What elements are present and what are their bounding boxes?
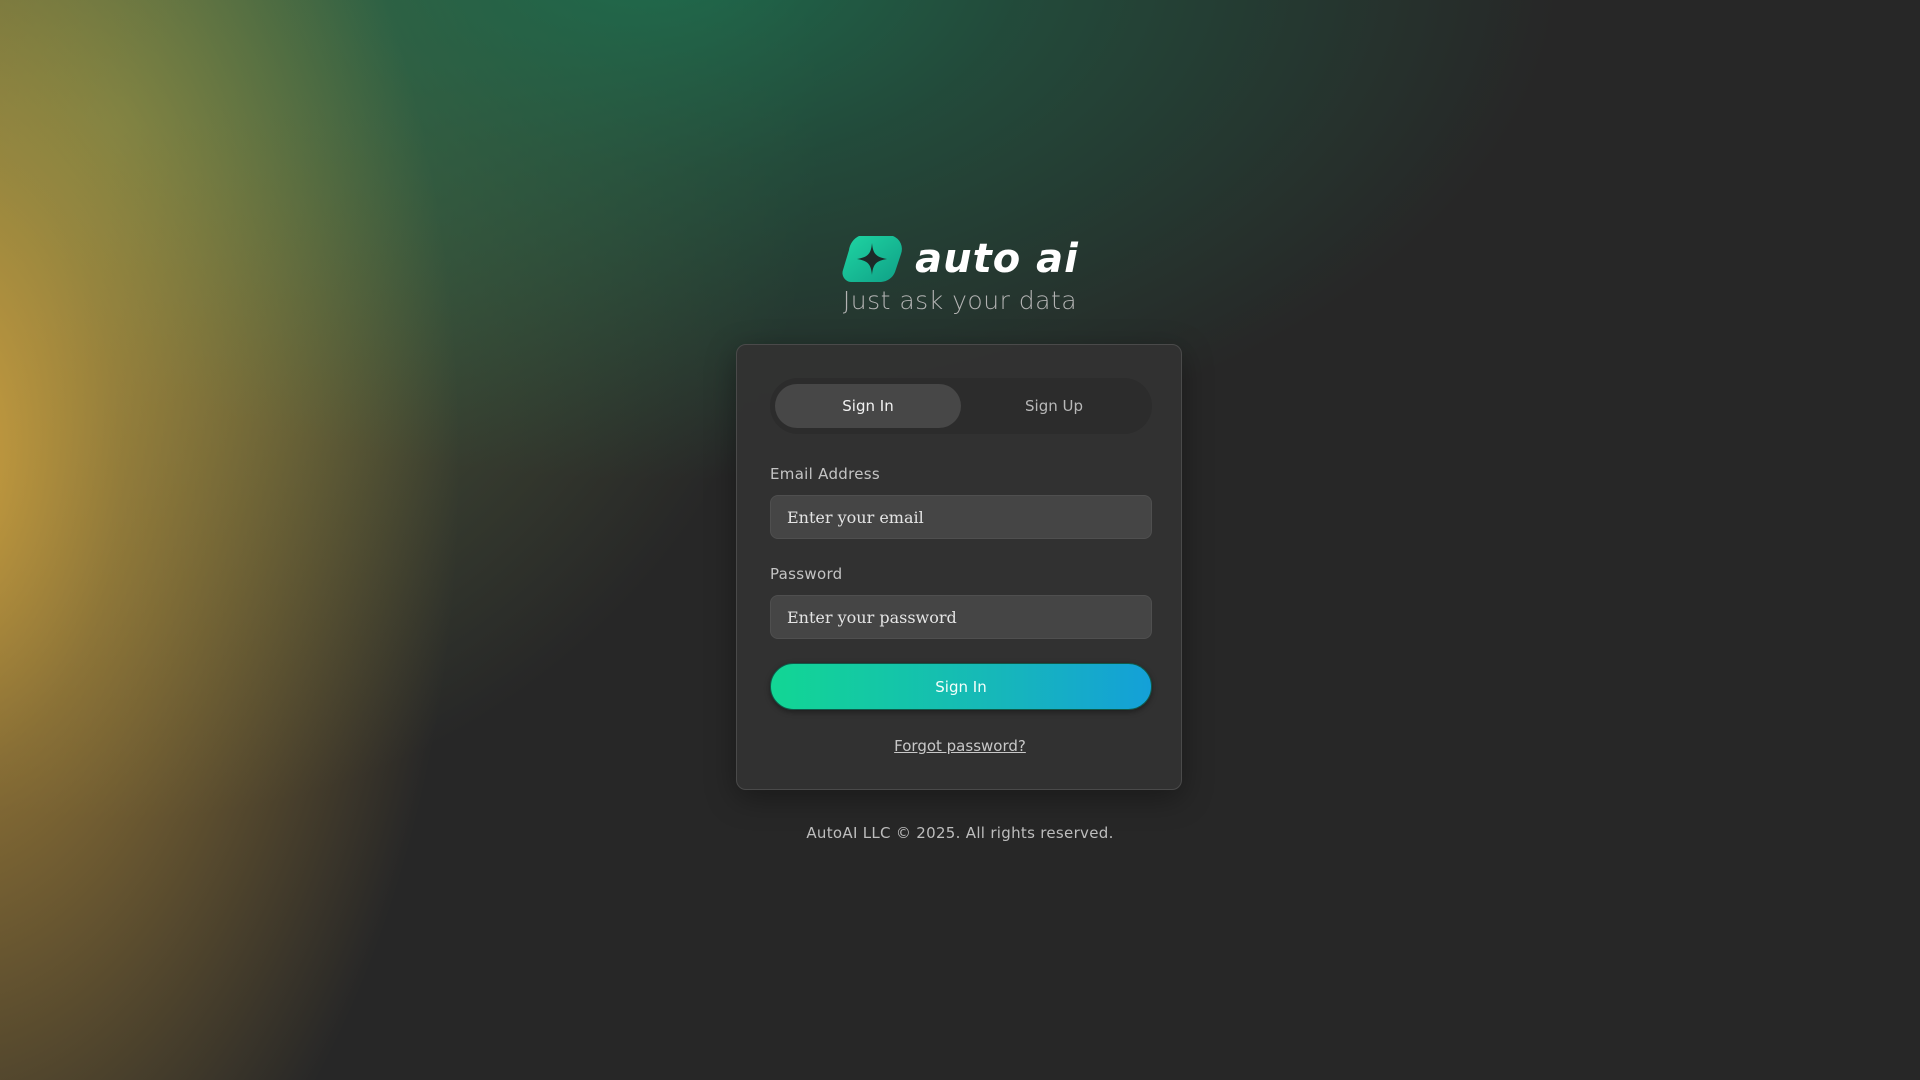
tagline: Just ask your data bbox=[842, 286, 1078, 315]
login-page: auto ai Just ask your data Sign In Sign … bbox=[0, 0, 1920, 1080]
forgot-password-link[interactable]: Forgot password? bbox=[737, 737, 1183, 755]
tab-sign-up[interactable]: Sign Up bbox=[961, 384, 1147, 428]
email-label: Email Address bbox=[770, 465, 881, 483]
tab-sign-in[interactable]: Sign In bbox=[775, 384, 961, 428]
sparkle-icon bbox=[842, 236, 903, 282]
brand-wordmark: auto ai bbox=[915, 236, 1079, 282]
auth-tab-switcher: Sign In Sign Up bbox=[770, 378, 1152, 434]
password-field[interactable] bbox=[770, 595, 1152, 639]
email-field[interactable] bbox=[770, 495, 1152, 539]
password-label: Password bbox=[770, 565, 843, 583]
brand-header: auto ai bbox=[0, 234, 1920, 284]
auth-card: Sign In Sign Up Email Address Password S… bbox=[736, 344, 1182, 790]
sign-in-button[interactable]: Sign In bbox=[770, 663, 1152, 710]
footer-copyright: AutoAI LLC © 2025. All rights reserved. bbox=[806, 824, 1114, 842]
